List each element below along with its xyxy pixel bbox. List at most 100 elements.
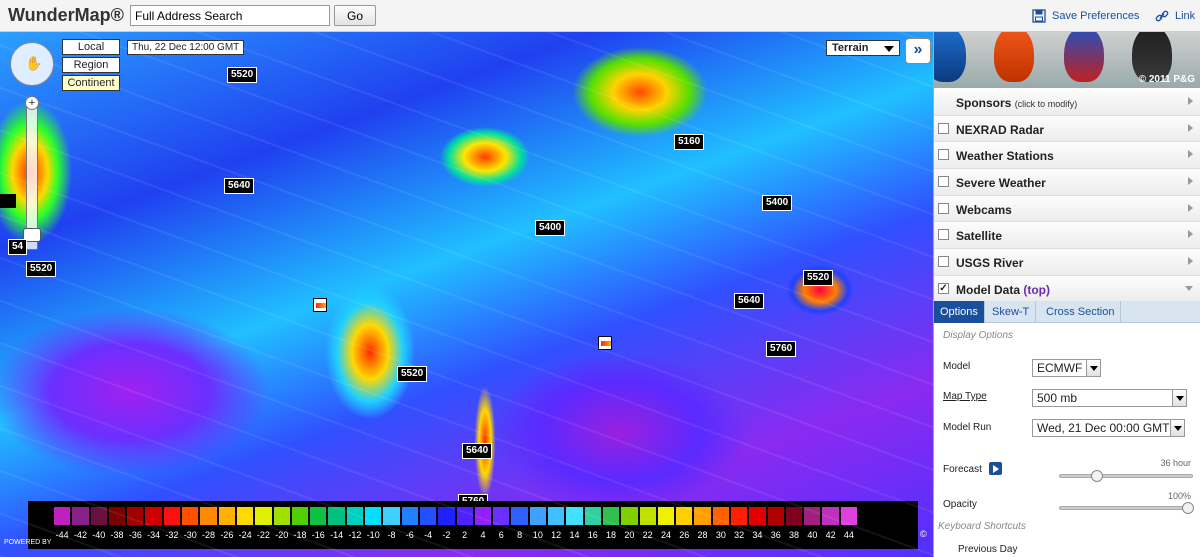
layer-webcams[interactable]: Webcams	[934, 195, 1200, 223]
legend-label: 28	[697, 530, 708, 540]
hand-icon: ✋	[25, 55, 43, 71]
legend-label: -26	[220, 530, 234, 540]
address-search-input[interactable]	[130, 5, 330, 26]
legend-swatch	[528, 506, 548, 526]
display-options-heading: Display Options	[943, 330, 1014, 341]
layer-checkbox[interactable]	[938, 202, 949, 214]
tab-options[interactable]: Options	[934, 301, 985, 323]
legend-label: 22	[642, 530, 653, 540]
legend-label: 12	[551, 530, 562, 540]
floppy-disk-icon	[1032, 9, 1046, 23]
keyboard-shortcuts-heading: Keyboard Shortcuts	[938, 521, 1026, 532]
forecast-slider-knob[interactable]	[1090, 470, 1103, 482]
legend-label: -18	[293, 530, 307, 540]
legend-label: 14	[569, 530, 580, 540]
layer-label: NEXRAD Radar	[956, 122, 1045, 137]
tab-skew-t[interactable]: Skew-T	[986, 301, 1037, 323]
save-preferences-link[interactable]: Save Preferences	[1032, 9, 1139, 23]
sponsor-banner[interactable]: © 2011 P&G	[934, 32, 1200, 88]
legend-swatch	[126, 506, 145, 526]
sponsors-label: Sponsors (click to modify)	[956, 96, 1078, 110]
legend-label: 8	[517, 530, 523, 540]
tab-cross-section[interactable]: Cross Section	[1040, 301, 1122, 323]
map-type-select[interactable]: 500 mb	[1032, 389, 1187, 407]
zoom-in-button[interactable]: +	[25, 96, 39, 110]
model-run-select[interactable]: Wed, 21 Dec 00:00 GMT	[1032, 419, 1185, 437]
map-type-label[interactable]: Map Type	[943, 391, 987, 402]
legend-label: 32	[734, 530, 745, 540]
chevron-right-icon	[1188, 257, 1193, 266]
opacity-label: Opacity	[943, 499, 977, 510]
view-continent-button[interactable]: Continent	[62, 75, 120, 91]
layer-label: Model Data (top)	[956, 282, 1051, 297]
legend-swatch	[766, 506, 785, 526]
previous-day-shortcut: Previous Day	[958, 544, 1018, 555]
powered-by-label: POWERED BY	[4, 539, 52, 546]
layer-checkbox-checked[interactable]: ✓	[938, 282, 949, 294]
layer-checkbox[interactable]	[938, 256, 949, 268]
layer-checkbox[interactable]	[938, 122, 949, 134]
legend-label: -12	[348, 530, 362, 540]
legend-swatch	[364, 506, 383, 526]
legend-swatch	[492, 506, 511, 526]
legend-label: -16	[311, 530, 325, 540]
view-region-button[interactable]: Region	[62, 57, 120, 73]
base-layer-value: Terrain	[832, 42, 869, 54]
forecast-slider[interactable]	[1059, 470, 1193, 482]
model-select-value: ECMWF	[1037, 361, 1083, 375]
chevron-right-icon	[1188, 177, 1193, 186]
map-date: Thu, 22 Dec 12:00 GMT	[127, 40, 245, 55]
link-label: Link	[1175, 10, 1196, 22]
layer-nexrad-radar[interactable]: NEXRAD Radar	[934, 115, 1200, 143]
layer-severe-weather[interactable]: Severe Weather	[934, 169, 1200, 196]
legend-swatch	[711, 506, 730, 526]
weather-map[interactable]: ✋ + Local Region Continent Thu, 22 Dec 1…	[0, 32, 933, 557]
pan-control[interactable]: ✋	[10, 42, 54, 86]
legend-swatch	[547, 506, 566, 526]
model-run-label: Model Run	[943, 422, 992, 433]
play-icon[interactable]	[989, 462, 1002, 475]
legend-swatch	[803, 506, 822, 526]
model-select[interactable]: ECMWF	[1032, 359, 1101, 377]
legend-label: -28	[202, 530, 216, 540]
top-bar: WunderMap® Go Save Preferences Link	[0, 0, 1200, 32]
view-local-button[interactable]: Local	[62, 39, 120, 55]
storm-marker-icon[interactable]	[313, 298, 327, 312]
legend-swatch	[199, 506, 218, 526]
chevron-right-icon	[1188, 150, 1193, 159]
legend-swatch	[565, 506, 584, 526]
top-link[interactable]: (top)	[1023, 283, 1050, 297]
link-button[interactable]: Link	[1155, 9, 1195, 23]
legend-label: 24	[660, 530, 671, 540]
legend-swatch	[290, 506, 310, 526]
layer-checkbox[interactable]	[938, 149, 949, 161]
contour-label: 5640	[734, 293, 765, 309]
opacity-slider-knob[interactable]	[1182, 502, 1194, 514]
chevron-down-icon	[884, 46, 894, 52]
contour-label: 54	[8, 239, 28, 255]
layer-label: Severe Weather	[956, 176, 1046, 191]
chevron-right-icon	[1188, 230, 1193, 239]
expand-panel-button[interactable]: »	[905, 38, 931, 64]
legend-label: 20	[624, 530, 635, 540]
go-button[interactable]: Go	[334, 5, 376, 26]
contour-label: 5400	[762, 195, 793, 211]
layer-checkbox[interactable]	[938, 229, 949, 241]
left-panel-tab[interactable]	[0, 194, 16, 208]
legend-label: 26	[679, 530, 690, 540]
layer-satellite[interactable]: Satellite	[934, 222, 1200, 250]
storm-marker-icon[interactable]	[598, 336, 612, 350]
layer-weather-stations[interactable]: Weather Stations	[934, 142, 1200, 170]
layer-checkbox[interactable]	[938, 176, 949, 188]
legend-label: 4	[480, 530, 486, 540]
sidebar: © 2011 P&G Sponsors (click to modify) NE…	[933, 32, 1200, 557]
layer-model-data[interactable]: ✓ Model Data (top)	[934, 275, 1200, 303]
sponsors-row[interactable]: Sponsors (click to modify)	[934, 89, 1200, 116]
contour-label: 5520	[227, 67, 258, 83]
opacity-slider[interactable]	[1059, 502, 1194, 514]
layer-usgs-river[interactable]: USGS River	[934, 249, 1200, 276]
legend-swatch	[327, 506, 346, 526]
legend-labels: -44 -42 -40 -38 -36 -34 -32 -30 -28 -26 -24 -22 -20-…	[53, 530, 858, 540]
base-layer-select[interactable]: Terrain	[826, 40, 900, 56]
layer-label: Webcams	[956, 202, 1012, 217]
